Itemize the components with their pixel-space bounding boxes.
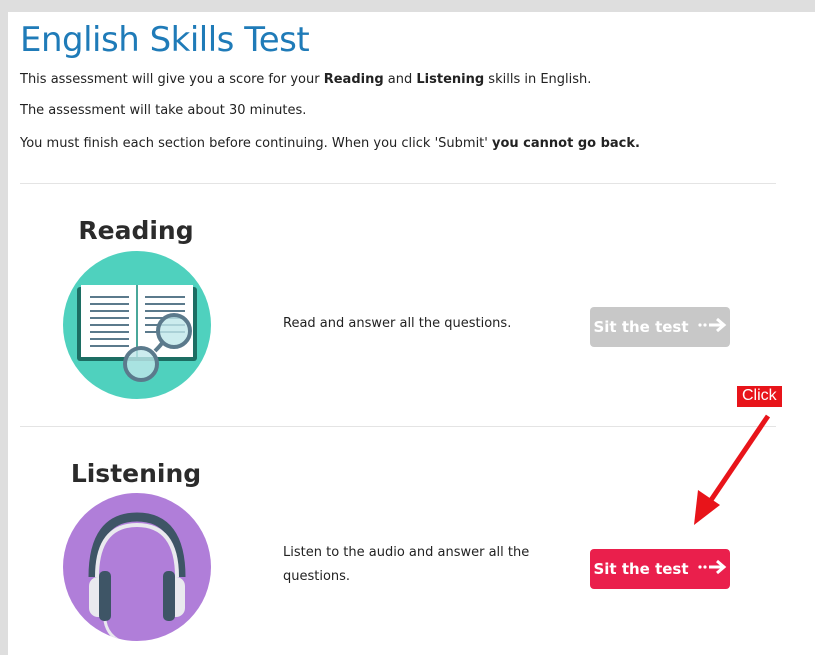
red-arrow-icon <box>694 414 771 525</box>
window-frame-left <box>0 0 8 655</box>
main-content: English Skills Test This assessment will… <box>8 12 815 655</box>
window-frame-top <box>0 0 815 12</box>
